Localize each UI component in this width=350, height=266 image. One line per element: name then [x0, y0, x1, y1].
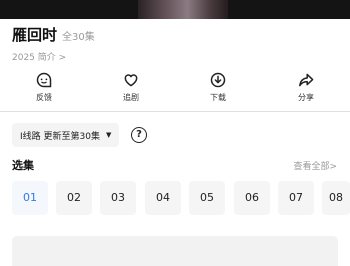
episodes-section-title: 选集	[12, 159, 34, 172]
share-label: 分享	[298, 93, 314, 102]
episode-button[interactable]: 03	[100, 181, 136, 215]
feedback-button[interactable]: 反馈	[14, 72, 74, 103]
episode-button[interactable]: 01	[12, 181, 48, 215]
source-line-select[interactable]: I线路 更新至第30集 ▼	[12, 123, 120, 147]
episode-button[interactable]: 06	[234, 181, 270, 215]
episode-button[interactable]: 02	[56, 181, 92, 215]
section-divider	[0, 111, 350, 112]
title-row: 雁回时 全30集	[12, 24, 95, 45]
video-player-strip[interactable]	[0, 0, 350, 19]
action-bar: 反馈 追剧 下载 分享	[0, 72, 350, 106]
feedback-label: 反馈	[36, 93, 52, 102]
episode-total: 全30集	[62, 32, 95, 43]
follow-label: 追剧	[123, 93, 139, 102]
follow-button[interactable]: 追剧	[101, 72, 161, 103]
share-button[interactable]: 分享	[276, 72, 336, 103]
episode-button[interactable]: 07	[278, 181, 314, 215]
content-placeholder-card	[12, 236, 338, 266]
show-title: 雁回时	[12, 26, 58, 44]
episode-button[interactable]: 04	[145, 181, 181, 215]
download-icon	[210, 72, 226, 88]
caret-down-icon: ▼	[105, 131, 112, 139]
episode-button[interactable]: 08	[322, 181, 350, 215]
show-meta-link[interactable]: 2025 简介 >	[12, 50, 66, 63]
source-line-label: I线路 更新至第30集	[20, 131, 100, 142]
share-icon	[299, 73, 314, 87]
help-icon[interactable]: ?	[131, 127, 147, 143]
view-all-link[interactable]: 查看全部>	[293, 159, 337, 172]
feedback-icon	[36, 72, 52, 88]
video-frame	[138, 0, 228, 19]
episode-button[interactable]: 05	[189, 181, 225, 215]
download-button[interactable]: 下载	[188, 72, 248, 103]
download-label: 下载	[210, 93, 226, 102]
episode-list: 01 02 03 04 05 06 07 08	[12, 181, 350, 215]
heart-icon	[124, 74, 138, 87]
